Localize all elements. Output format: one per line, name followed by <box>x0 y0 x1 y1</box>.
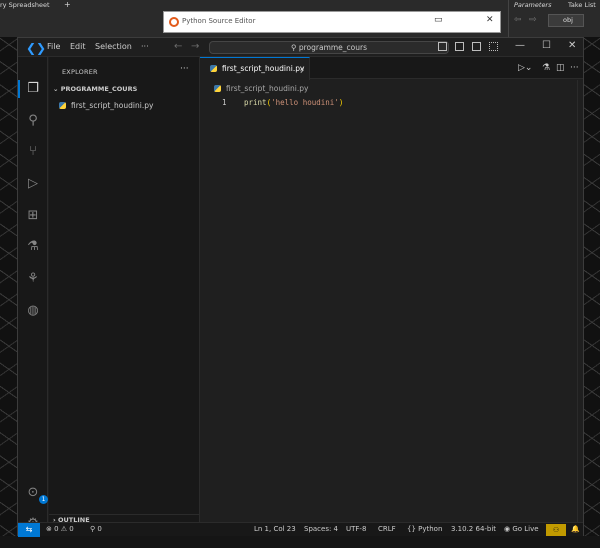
close-tab-icon[interactable]: × <box>299 58 305 80</box>
houdini-path-label: obj <box>563 16 573 24</box>
pse-close-button[interactable]: ✕ <box>486 15 494 25</box>
cursor-position-status[interactable]: Ln 1, Col 23 <box>254 525 296 533</box>
code-function: print <box>244 98 267 107</box>
explorer-sidebar: EXPLORER ··· ⌄ PROGRAMME_COURS first_scr… <box>49 57 200 538</box>
nav-back-icon[interactable]: ← <box>174 41 182 52</box>
breadcrumb-label: first_script_houdini.py <box>226 84 309 93</box>
split-editor-icon[interactable]: ◫ <box>556 63 565 73</box>
ports-status[interactable]: ⚲ 0 <box>90 525 102 533</box>
go-live-label: Go Live <box>512 525 539 533</box>
houdini-tab-spreadsheet[interactable]: ry Spreadsheet <box>0 0 50 10</box>
search-icon[interactable]: ⚲ <box>24 112 42 130</box>
tab-first-script-houdini[interactable]: first_script_houdini.py × <box>200 57 310 80</box>
python-file-icon <box>214 85 221 92</box>
houdini-tab-parameters[interactable]: Parameters <box>514 0 552 10</box>
toggle-secondary-sidebar-icon[interactable] <box>472 42 481 51</box>
problems-status[interactable]: ⊗ 0 ⚠ 0 <box>46 525 74 533</box>
houdini-viewport-right <box>584 37 600 548</box>
line-number: 1 <box>222 98 227 107</box>
houdini-pane-divider <box>508 0 509 37</box>
vscode-window: ❮❯ File Edit Selection ··· ← → ⚲ program… <box>17 37 584 538</box>
maximize-button[interactable]: ☐ <box>542 40 551 51</box>
go-live-button[interactable]: ◉ Go Live <box>504 525 539 533</box>
houdini-back-icon[interactable]: ⇦ <box>514 15 522 25</box>
houdini-tab-take-list[interactable]: Take List <box>568 0 596 10</box>
source-control-icon[interactable]: ⑂ <box>24 143 42 161</box>
customize-layout-icon[interactable] <box>489 42 498 51</box>
python-source-editor-title: Python Source Editor <box>182 17 256 25</box>
language-mode-status[interactable]: {} Python <box>407 525 442 533</box>
remote-indicator[interactable]: ⇆ <box>18 523 40 537</box>
editor-tab-bar: first_script_houdini.py × ▷⌄ ⚗ ◫ ··· <box>200 57 583 80</box>
nav-forward-icon[interactable]: → <box>191 41 199 52</box>
file-first-script-houdini[interactable]: first_script_houdini.py <box>59 99 199 112</box>
language-label: Python <box>418 525 443 533</box>
accounts-icon[interactable]: ⊙ 1 <box>24 484 48 504</box>
tab-label: first_script_houdini.py <box>222 64 305 73</box>
vscode-titlebar: ❮❯ File Edit Selection ··· ← → ⚲ program… <box>18 38 583 57</box>
pse-dock-button[interactable]: ▭ <box>434 15 443 25</box>
live-share-icon[interactable]: ⚇ <box>546 524 566 536</box>
folder-programme-cours[interactable]: ⌄ PROGRAMME_COURS <box>53 85 137 93</box>
python-file-icon <box>210 65 217 72</box>
testing-icon[interactable]: ⚗ <box>24 238 42 256</box>
editor-scrollbar[interactable] <box>577 80 578 522</box>
activity-bar: ❐ ⚲ ⑂ ▷ ⊞ ⚗ ⚘ ◍ ⊙1 ⚙ <box>18 57 48 531</box>
files-icon[interactable]: ❐ <box>24 80 42 98</box>
command-center-label: programme_cours <box>298 43 368 52</box>
editor-area: first_script_houdini.py × ▷⌄ ⚗ ◫ ··· fir… <box>200 57 583 522</box>
houdini-add-tab-button[interactable]: + <box>64 0 71 10</box>
braces-icon: {} <box>407 525 419 533</box>
houdini-forward-icon[interactable]: ⇨ <box>529 15 537 25</box>
code-line[interactable]: print('hello houdini') <box>244 98 343 107</box>
search-icon: ⚲ <box>290 43 299 52</box>
outline-divider <box>49 514 200 515</box>
status-bar: ⇆ ⊗ 0 ⚠ 0 ⚲ 0 Ln 1, Col 23 Spaces: 4 UTF… <box>18 522 583 537</box>
code-paren-close: ) <box>338 98 344 107</box>
remote-explorer-icon[interactable]: ◍ <box>24 302 42 320</box>
menu-selection[interactable]: Selection <box>95 42 132 51</box>
editor-more-button[interactable]: ··· <box>570 63 579 73</box>
encoding-status[interactable]: UTF-8 <box>346 525 366 533</box>
menu-edit[interactable]: Edit <box>70 42 86 51</box>
minimize-button[interactable]: — <box>515 40 525 51</box>
run-python-file-icon[interactable]: ▷⌄ <box>518 63 532 73</box>
python-icon[interactable]: ⚘ <box>24 270 42 288</box>
extensions-icon[interactable]: ⊞ <box>24 207 42 225</box>
toggle-primary-sidebar-icon[interactable] <box>438 42 447 51</box>
file-label: first_script_houdini.py <box>71 101 154 110</box>
open-changes-icon[interactable]: ⚗ <box>542 63 550 73</box>
eol-status[interactable]: CRLF <box>378 525 396 533</box>
accounts-badge: 1 <box>39 495 48 504</box>
houdini-logo-icon <box>169 17 179 27</box>
bell-icon[interactable]: 🔔 <box>571 525 580 533</box>
folder-label: PROGRAMME_COURS <box>60 85 138 93</box>
python-file-icon <box>59 102 66 109</box>
explorer-more-button[interactable]: ··· <box>180 64 189 74</box>
vscode-logo-icon: ❮❯ <box>26 41 47 55</box>
menu-file[interactable]: File <box>47 42 60 51</box>
python-source-editor-titlebar[interactable]: Python Source Editor ▭ ✕ <box>163 11 501 33</box>
chevron-down-icon: ⌄ <box>53 85 61 93</box>
close-window-button[interactable]: ✕ <box>568 40 576 51</box>
active-view-indicator <box>18 80 20 98</box>
houdini-viewport-left <box>0 37 18 548</box>
command-center-search[interactable]: ⚲ programme_cours <box>209 41 449 54</box>
toggle-panel-icon[interactable] <box>455 42 464 51</box>
python-interpreter-status[interactable]: 3.10.2 64-bit <box>451 525 496 533</box>
indentation-status[interactable]: Spaces: 4 <box>304 525 338 533</box>
breadcrumb[interactable]: first_script_houdini.py <box>214 84 308 93</box>
houdini-path-obj[interactable]: obj <box>548 14 584 27</box>
code-string: 'hello houdini' <box>271 98 339 107</box>
run-debug-icon[interactable]: ▷ <box>24 175 42 193</box>
menu-more[interactable]: ··· <box>141 42 149 51</box>
explorer-title: EXPLORER <box>62 68 98 76</box>
